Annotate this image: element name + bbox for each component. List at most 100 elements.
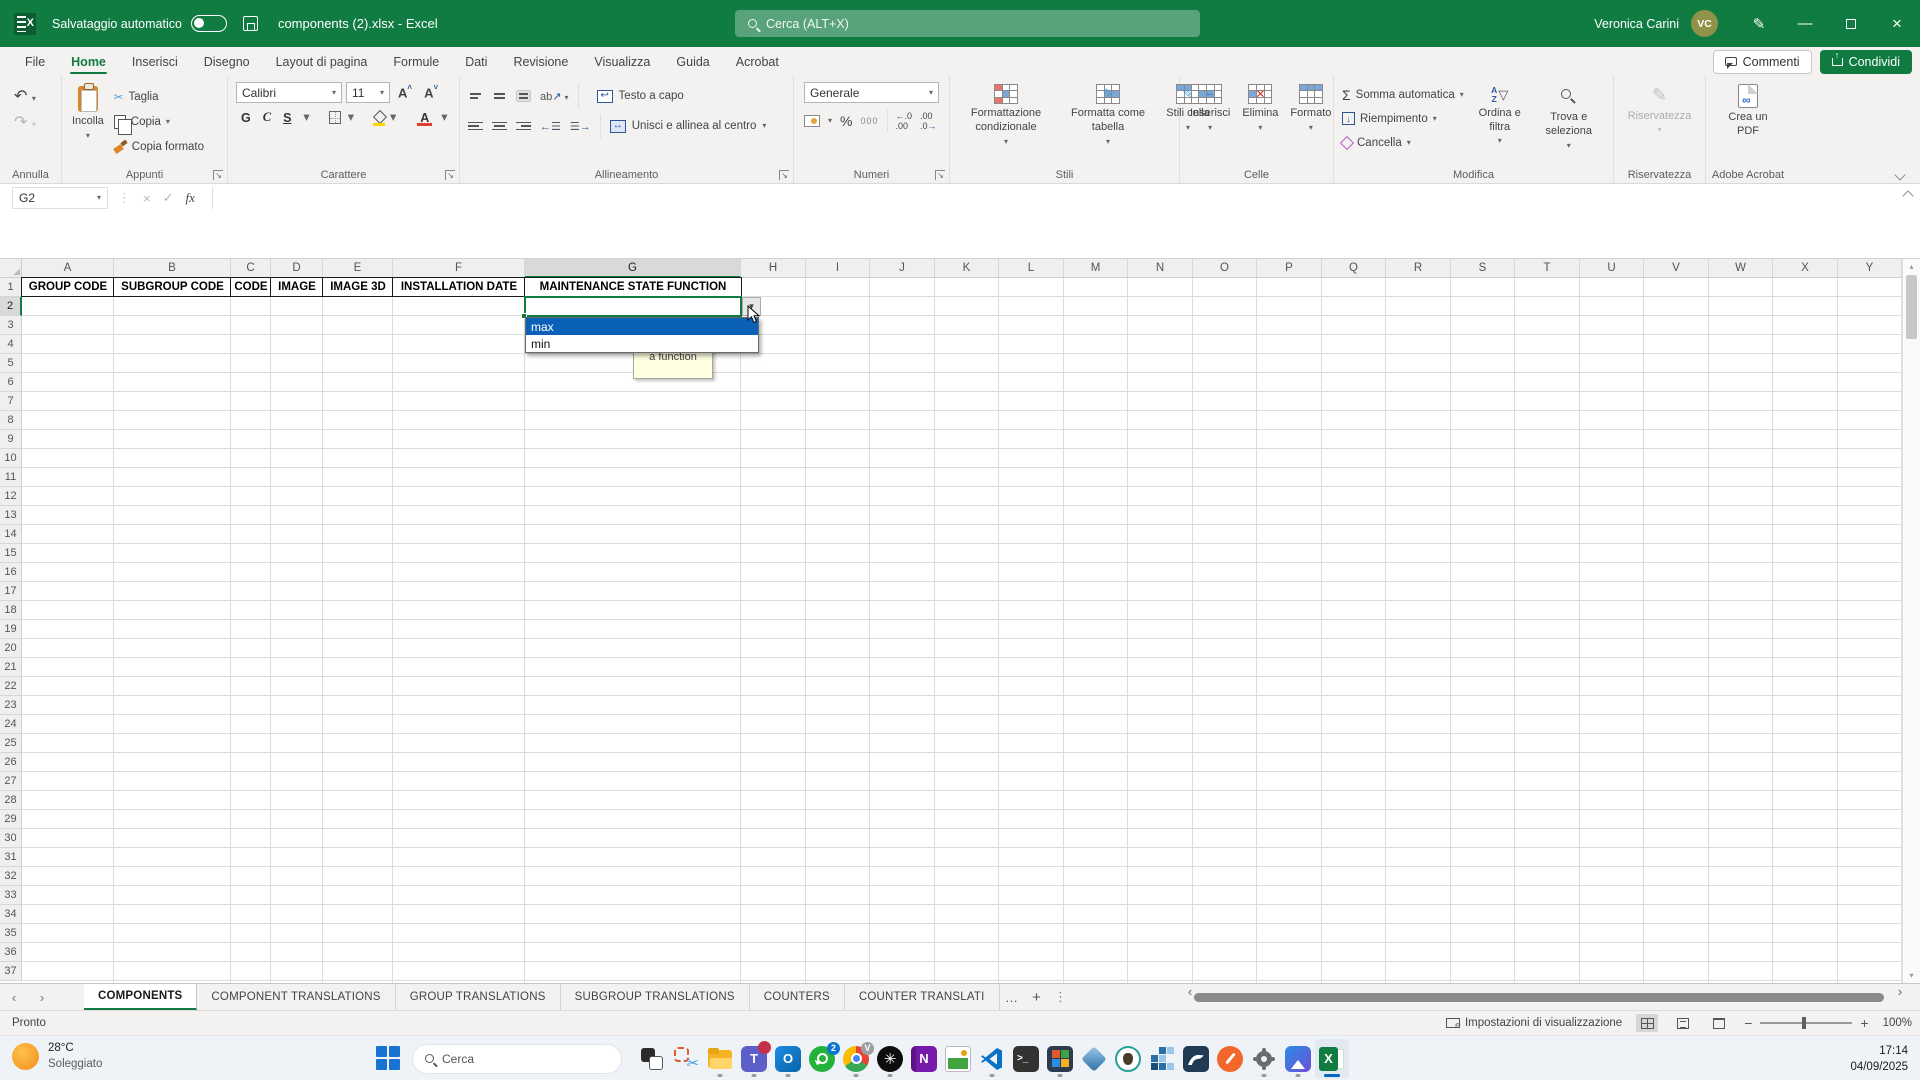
taskbar-icon-chatgpt[interactable]: ✳	[873, 1039, 907, 1079]
taskbar-icon-outlook[interactable]: O	[771, 1039, 805, 1079]
insert-function-icon[interactable]: fx	[186, 190, 195, 206]
taskbar-icon-chrome[interactable]: V	[839, 1039, 873, 1079]
increase-font-icon[interactable]: A˄	[394, 85, 416, 100]
taskbar-icon-terminal[interactable]: >_	[1009, 1039, 1043, 1079]
redo-button[interactable]: ↷ ▾	[14, 112, 36, 132]
row-header-3[interactable]: 3	[0, 316, 22, 335]
row-header-12[interactable]: 12	[0, 487, 22, 506]
column-header-a[interactable]: A	[22, 259, 114, 278]
name-box[interactable]: G2 ▾	[12, 187, 108, 209]
avatar[interactable]: VC	[1691, 10, 1718, 37]
underline-menu-chevron[interactable]: ▾	[298, 111, 314, 124]
row-header-17[interactable]: 17	[0, 582, 22, 601]
column-header-x[interactable]: X	[1773, 259, 1838, 278]
column-header-c[interactable]: C	[231, 259, 271, 278]
create-pdf-button[interactable]: Crea un PDF	[1719, 82, 1777, 141]
column-header-r[interactable]: R	[1386, 259, 1451, 278]
maximize-button[interactable]	[1828, 0, 1874, 47]
row-header-1[interactable]: 1	[0, 278, 22, 297]
increase-decimal-icon[interactable]: ←.0.00	[896, 111, 913, 131]
delete-cells-button[interactable]: ✕ Elimina▾	[1236, 82, 1284, 134]
font-dialog-launcher[interactable]: ↘	[445, 170, 455, 180]
taskbar-icon-settings[interactable]	[1247, 1039, 1281, 1079]
row-header-9[interactable]: 9	[0, 430, 22, 449]
menu-tab-formule[interactable]: Formule	[380, 47, 452, 76]
row-header-33[interactable]: 33	[0, 886, 22, 905]
sheet-overflow-dots[interactable]: …	[1000, 984, 1024, 1010]
row-header-31[interactable]: 31	[0, 848, 22, 867]
find-select-button[interactable]: Trova e seleziona▾	[1532, 84, 1606, 152]
underline-button[interactable]: S	[278, 111, 296, 125]
taskbar-icon-onenote[interactable]: N	[907, 1039, 941, 1079]
menu-tab-layout-di-pagina[interactable]: Layout di pagina	[263, 47, 381, 76]
menu-tab-revisione[interactable]: Revisione	[500, 47, 581, 76]
taskbar-icon-mysql-workbench[interactable]	[1179, 1039, 1213, 1079]
copy-button[interactable]: Copia ▾	[110, 111, 208, 132]
header-cell-maintenance-state-function[interactable]: MAINTENANCE STATE FUNCTION	[524, 277, 742, 297]
cut-button[interactable]: ✂Taglia	[110, 86, 208, 107]
taskbar-icon-vscode[interactable]	[975, 1039, 1009, 1079]
row-header-13[interactable]: 13	[0, 506, 22, 525]
column-header-d[interactable]: D	[271, 259, 323, 278]
sheet-tab-group-translations[interactable]: GROUP TRANSLATIONS	[396, 984, 561, 1010]
name-box-chevron[interactable]: ▾	[97, 194, 101, 202]
column-header-u[interactable]: U	[1580, 259, 1644, 278]
save-icon[interactable]	[243, 16, 258, 31]
taskbar-icon-pet-app[interactable]	[1111, 1039, 1145, 1079]
taskbar-icon-task-view[interactable]	[635, 1039, 669, 1079]
borders-icon[interactable]	[329, 111, 341, 124]
column-header-y[interactable]: Y	[1838, 259, 1902, 278]
zoom-out-icon[interactable]: −	[1744, 1015, 1752, 1031]
insert-cells-button[interactable]: ← Inserisci▾	[1184, 82, 1236, 134]
taskbar-icon-file-explorer[interactable]	[703, 1039, 737, 1079]
sheet-prev-icon[interactable]: ‹	[0, 984, 28, 1010]
menu-tab-inserisci[interactable]: Inserisci	[119, 47, 191, 76]
row-header-35[interactable]: 35	[0, 924, 22, 943]
row-header-26[interactable]: 26	[0, 753, 22, 772]
taskbar-clock[interactable]: 17:14 04/09/2025	[1850, 1043, 1908, 1075]
page-break-view-icon[interactable]	[1708, 1014, 1730, 1032]
add-sheet-button[interactable]: +	[1024, 984, 1050, 1010]
row-header-20[interactable]: 20	[0, 639, 22, 658]
taskbar-icon-data-tool[interactable]	[1145, 1039, 1179, 1079]
align-middle-icon[interactable]	[492, 91, 507, 100]
decrease-indent-icon[interactable]: ←☰	[540, 120, 561, 133]
column-header-b[interactable]: B	[114, 259, 231, 278]
dropdown-option-min[interactable]: min	[526, 335, 758, 352]
comma-format-icon[interactable]: 000	[860, 116, 878, 126]
font-color-icon[interactable]: A	[415, 111, 434, 125]
align-center-icon[interactable]	[492, 122, 507, 131]
row-header-16[interactable]: 16	[0, 563, 22, 582]
align-right-icon[interactable]	[516, 122, 531, 131]
page-layout-view-icon[interactable]	[1672, 1014, 1694, 1032]
vertical-scroll-thumb[interactable]	[1906, 275, 1917, 339]
menu-tab-dati[interactable]: Dati	[452, 47, 500, 76]
header-cell-group-code[interactable]: GROUP CODE	[21, 277, 115, 297]
row-header-4[interactable]: 4	[0, 335, 22, 354]
minimize-button[interactable]: —	[1782, 0, 1828, 47]
selected-cell-g2[interactable]	[524, 296, 742, 317]
column-header-h[interactable]: H	[741, 259, 806, 278]
zoom-level[interactable]: 100%	[1883, 1017, 1912, 1029]
taskbar-icon-pen-app[interactable]	[1213, 1039, 1247, 1079]
sheet-tab-subgroup-translations[interactable]: SUBGROUP TRANSLATIONS	[561, 984, 750, 1010]
fill-button[interactable]: ↓Riempimento ▾	[1338, 108, 1468, 129]
sheet-tab-counters[interactable]: COUNTERS	[750, 984, 845, 1010]
row-header-23[interactable]: 23	[0, 696, 22, 715]
row-header-2[interactable]: 2	[0, 297, 22, 316]
column-header-p[interactable]: P	[1257, 259, 1322, 278]
alignment-dialog-launcher[interactable]: ↘	[779, 170, 789, 180]
column-header-k[interactable]: K	[935, 259, 999, 278]
header-cell-image[interactable]: IMAGE	[270, 277, 324, 297]
taskbar-icon-excel[interactable]: X	[1315, 1039, 1349, 1079]
column-header-o[interactable]: O	[1193, 259, 1257, 278]
dropdown-option-max[interactable]: max	[526, 318, 758, 335]
merge-center-button[interactable]: Unisci e allinea al centro ▾	[610, 120, 767, 133]
row-header-5[interactable]: 5	[0, 354, 22, 373]
zoom-slider[interactable]	[1760, 1022, 1852, 1024]
column-header-e[interactable]: E	[323, 259, 393, 278]
row-header-22[interactable]: 22	[0, 677, 22, 696]
row-header-28[interactable]: 28	[0, 791, 22, 810]
conditional-formatting-button[interactable]: Formattazione condizionale▾	[954, 82, 1058, 148]
taskbar-icon-dev-tool[interactable]	[1043, 1039, 1077, 1079]
